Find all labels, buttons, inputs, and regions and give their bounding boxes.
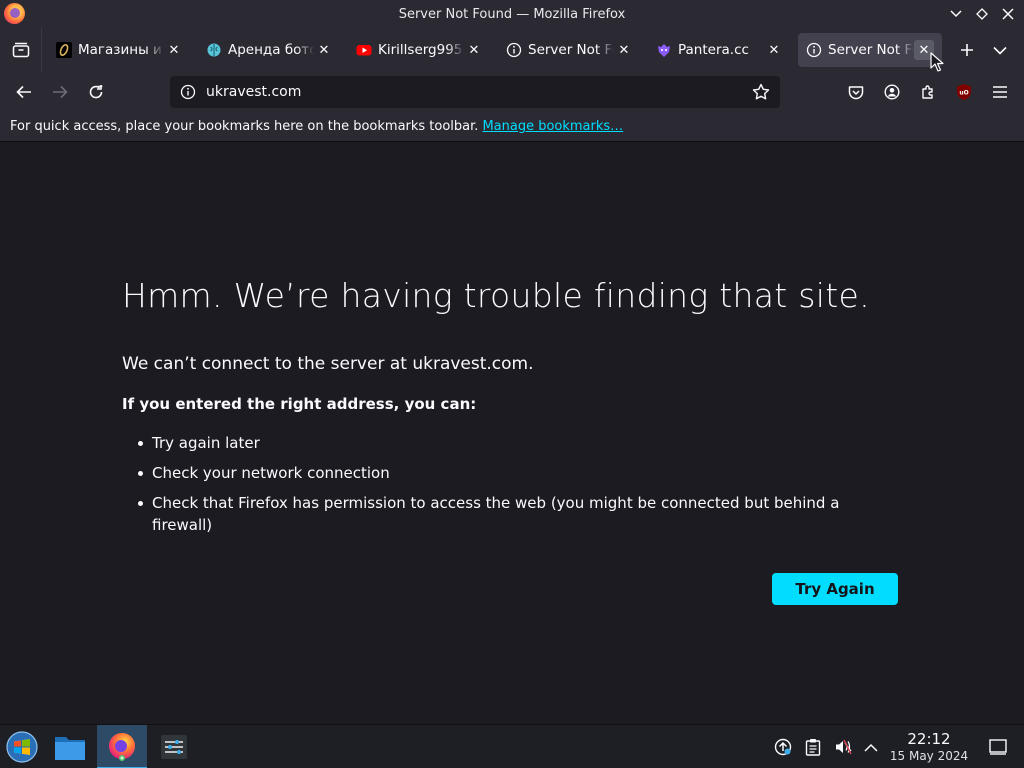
plus-icon [961, 44, 973, 56]
panther-icon [656, 42, 672, 58]
chevron-down-icon [950, 10, 962, 18]
firefox-taskbar-button[interactable] [97, 725, 147, 768]
url-text[interactable]: ukravest.com [206, 84, 752, 100]
youtube-icon [356, 42, 372, 58]
firefox-view-button[interactable] [0, 28, 42, 72]
tab-pantera[interactable]: Pantera.cc ✕ [648, 33, 792, 67]
hamburger-menu-icon [993, 86, 1007, 98]
error-suggestions-list: Try again later Check your network conne… [138, 432, 858, 544]
tab-server-not-found-1[interactable]: Server Not Fo ✕ [498, 33, 642, 67]
tab-label: Server Not Fo [828, 42, 914, 58]
pocket-button[interactable] [842, 78, 870, 106]
info-icon [806, 42, 822, 58]
start-menu-button[interactable] [2, 725, 42, 768]
clipboard-tray-icon[interactable] [803, 737, 823, 757]
close-tab-button[interactable]: ✕ [614, 40, 634, 60]
list-item: Check that Firefox has permission to acc… [138, 492, 858, 536]
ublock-shield-icon: uO [957, 84, 971, 100]
reload-button[interactable] [82, 78, 110, 106]
close-tab-button[interactable]: ✕ [314, 40, 334, 60]
maximize-button[interactable] [974, 4, 990, 24]
tab-magaziny[interactable]: Магазины и С ✕ [48, 33, 192, 67]
folder-icon [55, 737, 85, 760]
tab-label: Server Not Fo [528, 42, 614, 58]
bookmarks-empty-message: For quick access, place your bookmarks h… [10, 119, 479, 134]
diamond-icon [976, 8, 988, 20]
ublock-origin-button[interactable]: uO [950, 78, 978, 106]
tab-label: Pantera.cc [678, 42, 749, 58]
clock-date: 15 May 2024 [889, 749, 969, 763]
close-icon [1002, 8, 1014, 20]
close-tab-button[interactable]: ✕ [464, 40, 484, 60]
settings-sliders-icon [161, 735, 187, 759]
tab-label: Аренда ботов [228, 42, 314, 58]
brain-icon [206, 42, 222, 58]
tab-youtube[interactable]: Kirillserg995 / ✕ [348, 33, 492, 67]
error-title: Hmm. We’re having trouble finding that s… [122, 276, 870, 315]
site-info-icon[interactable] [180, 84, 196, 100]
try-again-button[interactable]: Try Again [772, 573, 898, 605]
system-taskbar: 22:12 15 May 2024 [0, 724, 1024, 768]
error-suggestions-heading: If you entered the right address, you ca… [122, 395, 477, 413]
tab-strip: Магазины и С ✕ Аренда ботов ✕ Kirillserg… [0, 28, 1024, 72]
chevron-down-icon [993, 46, 1007, 55]
reload-icon [89, 85, 103, 99]
firefox-view-icon [12, 42, 29, 58]
tab-arenda-botov[interactable]: Аренда ботов ✕ [198, 33, 342, 67]
bookmark-star-icon[interactable] [752, 83, 770, 101]
show-hidden-icons-button[interactable] [861, 737, 881, 757]
address-bar[interactable]: ukravest.com [170, 76, 780, 108]
manage-bookmarks-link[interactable]: Manage bookmarks… [482, 119, 623, 134]
arrow-right-icon [53, 85, 68, 99]
new-tab-button[interactable] [952, 35, 982, 65]
back-button[interactable] [10, 78, 38, 106]
svg-text:uO: uO [959, 90, 968, 97]
list-item: Check your network connection [138, 462, 858, 484]
extensions-button[interactable] [914, 78, 942, 106]
clock-time: 22:12 [907, 730, 951, 748]
tab-server-not-found-active[interactable]: Server Not Fo ✕ [798, 33, 942, 67]
bookmarks-toolbar: For quick access, place your bookmarks h… [0, 112, 1024, 142]
page-content: Hmm. We’re having trouble finding that s… [0, 142, 1024, 724]
file-manager-taskbar-button[interactable] [48, 725, 92, 768]
tab-label: Kirillserg995 / [378, 42, 464, 58]
volume-muted-tray-icon[interactable] [833, 737, 853, 757]
close-window-button[interactable] [1000, 4, 1016, 24]
desktop-icon [989, 739, 1007, 755]
navigation-toolbar: ukravest.com uO [0, 72, 1024, 112]
forward-button[interactable] [46, 78, 74, 106]
error-description: We can’t connect to the server at ukrave… [122, 354, 534, 374]
firefox-logo-icon [4, 3, 25, 24]
pocket-icon [848, 85, 864, 99]
list-item: Try again later [138, 432, 858, 454]
title-bar: Server Not Found — Mozilla Firefox [0, 0, 1024, 28]
account-button[interactable] [878, 78, 906, 106]
close-tab-button[interactable]: ✕ [164, 40, 184, 60]
mouse-cursor-icon [930, 52, 944, 72]
minimize-button[interactable] [948, 4, 964, 24]
show-desktop-button[interactable] [988, 737, 1008, 757]
window-controls [948, 4, 1016, 24]
system-settings-taskbar-button[interactable] [152, 725, 196, 768]
arrow-left-icon [16, 85, 31, 99]
list-all-tabs-button[interactable] [988, 38, 1012, 62]
close-tab-button[interactable]: ✕ [764, 40, 784, 60]
firefox-icon [109, 733, 135, 761]
open-menu-button[interactable] [986, 78, 1014, 106]
puzzle-icon [922, 85, 933, 99]
info-icon [506, 42, 522, 58]
account-icon [884, 84, 900, 100]
windows-orb-icon [6, 731, 38, 763]
clock[interactable]: 22:12 15 May 2024 [886, 730, 972, 764]
tab-label: Магазины и С [78, 42, 164, 58]
window-title: Server Not Found — Mozilla Firefox [398, 6, 626, 22]
chevron-up-icon [864, 743, 878, 752]
opera-o-icon [56, 42, 72, 58]
updates-tray-icon[interactable] [773, 737, 793, 757]
